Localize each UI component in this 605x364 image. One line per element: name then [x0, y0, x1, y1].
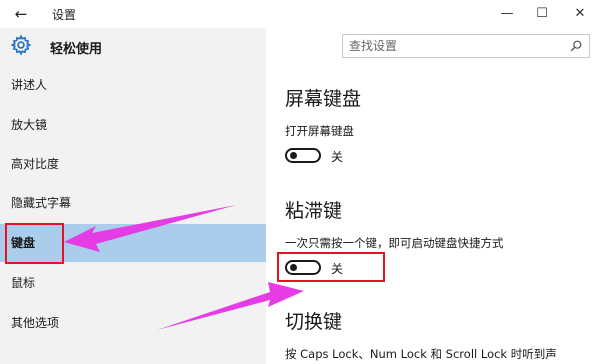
- maximize-button[interactable]: ☐: [528, 3, 556, 25]
- sidebar-item-high-contrast[interactable]: 高对比度: [0, 145, 266, 183]
- close-button[interactable]: ✕: [566, 3, 594, 25]
- annotation-highlight-sticky-toggle: [277, 252, 385, 282]
- title-bar: ← 设置 — ☐ ✕: [0, 0, 605, 28]
- toggle-knob: [290, 152, 297, 159]
- window-title: 设置: [52, 8, 77, 22]
- sidebar-item-narrator[interactable]: 讲述人: [0, 66, 266, 104]
- search-icon[interactable]: [569, 39, 583, 53]
- onscreen-keyboard-toggle[interactable]: [285, 148, 321, 163]
- back-button[interactable]: ←: [12, 5, 30, 23]
- toggle-keys-description: 按 Caps Lock、Num Lock 和 Scroll Lock 时听到声: [285, 347, 557, 361]
- minimize-button[interactable]: —: [493, 3, 521, 25]
- sidebar-item-closed-captions[interactable]: 隐藏式字幕: [0, 184, 266, 222]
- onscreen-keyboard-toggle-state: 关: [331, 150, 344, 164]
- gear-icon: [10, 34, 32, 56]
- sidebar-item-other-options[interactable]: 其他选项: [0, 304, 266, 342]
- toggle-keys-heading: 切换键: [285, 311, 343, 333]
- annotation-highlight-keyboard: [5, 223, 64, 264]
- sidebar-item-mouse[interactable]: 鼠标: [0, 264, 266, 302]
- sidebar-item-magnifier[interactable]: 放大镜: [0, 106, 266, 144]
- sticky-keys-description: 一次只需按一个键，即可启动键盘快捷方式: [285, 236, 504, 250]
- sticky-keys-heading: 粘滞键: [285, 200, 343, 222]
- section-title: 轻松使用: [50, 42, 103, 57]
- onscreen-keyboard-description: 打开屏幕键盘: [285, 124, 354, 138]
- search-input[interactable]: [349, 35, 559, 57]
- onscreen-keyboard-heading: 屏幕键盘: [285, 88, 362, 110]
- search-box[interactable]: [342, 34, 590, 58]
